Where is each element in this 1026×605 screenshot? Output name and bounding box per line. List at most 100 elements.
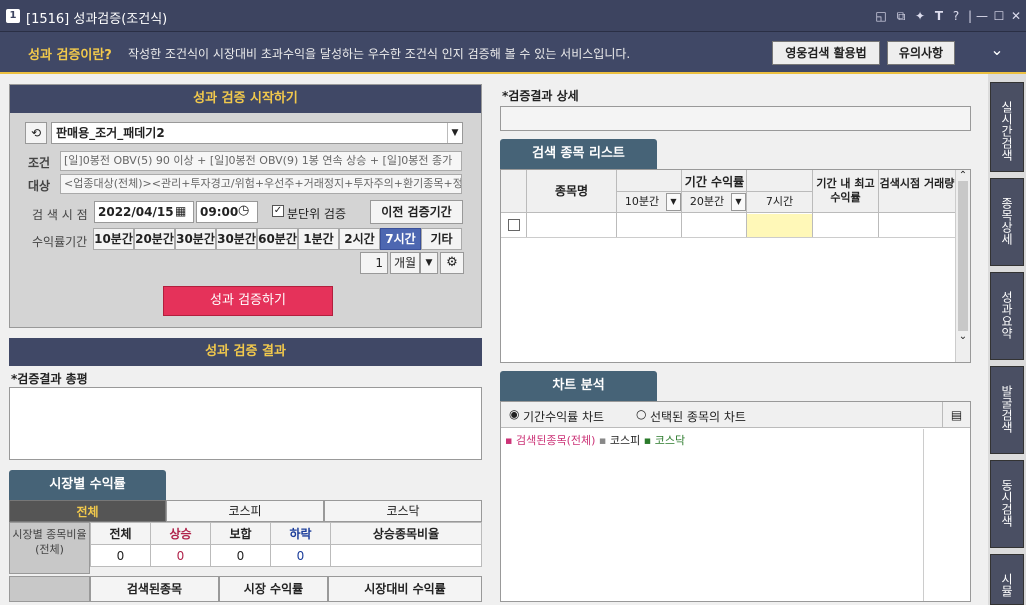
- chevron-up-icon[interactable]: ⌃: [956, 170, 970, 181]
- col-volume: 검색시점 거래량: [879, 177, 955, 190]
- side-tab-discovery[interactable]: 발굴검색: [990, 366, 1024, 454]
- col-period-return: 기간 수익률: [684, 175, 745, 189]
- title-bar: 1 [1516] 성과검증(조건식) ◱ ⧉ ✦ T ? | — ☐ ✕: [0, 0, 1026, 32]
- summary-label: *검증결과 총평: [11, 372, 88, 386]
- notice-button[interactable]: 유의사항: [887, 41, 955, 65]
- month-count-input[interactable]: 1: [360, 252, 388, 274]
- row-divider: [501, 237, 955, 238]
- subtab-all[interactable]: 전체: [9, 500, 166, 522]
- chevron-down-icon[interactable]: ⌄: [956, 331, 970, 342]
- side-tab-label: 실시간검색: [999, 101, 1014, 161]
- guide-button[interactable]: 영웅검색 활용법: [772, 41, 880, 65]
- time-label: 검 색 시 점: [32, 208, 88, 222]
- clock-icon[interactable]: ◷: [238, 203, 249, 218]
- period-other[interactable]: 기타: [421, 228, 462, 250]
- copy-icon[interactable]: ⧉: [893, 8, 909, 24]
- side-tab-summary[interactable]: 성과요약: [990, 272, 1024, 360]
- col-up-ratio: 상승종목비율: [330, 522, 482, 545]
- side-tab-simulation[interactable]: 시뮬: [990, 554, 1024, 605]
- footer-excess-return: 시장대비 수익률: [328, 576, 482, 602]
- side-tab-realtime[interactable]: 실시간검색: [990, 82, 1024, 172]
- col-stock-name: 종목명: [554, 184, 589, 198]
- pin-icon[interactable]: ✦: [912, 8, 928, 24]
- radio-period-label[interactable]: 기간수익률 차트: [523, 408, 604, 425]
- radio-unselected-icon[interactable]: ○: [636, 407, 646, 421]
- minute-check-label: 분단위 검증: [287, 207, 347, 221]
- chevron-down-icon[interactable]: ▼: [447, 123, 462, 143]
- info-description: 작성한 조건식이 시장대비 초과수익을 달성하는 우수한 조건식 인지 검증해 …: [128, 47, 631, 61]
- period-10min[interactable]: 10분간: [93, 228, 134, 250]
- val-flat: 0: [210, 544, 271, 567]
- chevron-down-icon[interactable]: ⌄: [985, 40, 1009, 59]
- legend-marker-icon: ▪: [643, 434, 652, 447]
- col-flat: 보합: [210, 522, 271, 545]
- minute-checkbox[interactable]: ✓: [272, 205, 284, 217]
- row-checkbox[interactable]: [508, 219, 520, 231]
- gear-icon[interactable]: ⚙: [440, 252, 464, 274]
- month-unit[interactable]: 개월: [390, 252, 420, 274]
- target-label: 대상: [28, 179, 51, 193]
- sub-col-2: 20분간: [689, 195, 725, 208]
- period-30min-b[interactable]: 30분간: [216, 228, 257, 250]
- col-max-return: 기간 내 최고수익률: [816, 177, 875, 204]
- summary-box: [9, 387, 482, 460]
- stocklist-tab[interactable]: 검색 종목 리스트: [500, 139, 657, 169]
- legend-searched: 검색된종목(전체): [515, 434, 596, 447]
- chart-legend: ▪ 검색된종목(전체) ▪ 코스피 ▪ 코스닥: [505, 432, 685, 448]
- chart-tab[interactable]: 차트 분석: [500, 371, 657, 401]
- col-divider: [681, 170, 682, 238]
- prev-period-button[interactable]: 이전 검증기간: [370, 200, 463, 224]
- radio-selected-icon[interactable]: ◉: [509, 407, 519, 421]
- start-panel: 성과 검증 시작하기 ⟲ 판매용_조거_패데기2 ▼ 조건 [일]0봉전 OBV…: [9, 84, 482, 328]
- radio-stock-label[interactable]: 선택된 종목의 차트: [650, 408, 746, 425]
- period-30min-a[interactable]: 30분간: [175, 228, 216, 250]
- legend-marker-icon: ▪: [598, 434, 607, 447]
- detail-label: *검증결과 상세: [502, 89, 579, 103]
- condition-text: [일]0봉전 OBV(5) 90 이상 + [일]0봉전 OBV(9) 1봉 연…: [60, 151, 462, 171]
- scroll-thumb[interactable]: [958, 181, 968, 331]
- verify-button[interactable]: 성과 검증하기: [163, 286, 333, 316]
- side-tab-label: 시뮬: [999, 573, 1014, 597]
- legend-kosdaq: 코스닥: [654, 434, 686, 447]
- font-icon[interactable]: T: [931, 8, 947, 24]
- chevron-down-icon[interactable]: ▼: [666, 193, 681, 211]
- period-2h[interactable]: 2시간: [339, 228, 380, 250]
- close-icon[interactable]: ✕: [1008, 8, 1024, 24]
- val-up-ratio: [330, 544, 482, 567]
- market-row-label: 시장별 종목비율 (전체): [9, 522, 90, 574]
- period-20min[interactable]: 20분간: [134, 228, 175, 250]
- period-7h[interactable]: 7시간: [380, 228, 421, 250]
- col-up: 상승: [150, 522, 211, 545]
- period-1min[interactable]: 1분간: [298, 228, 339, 250]
- list-icon[interactable]: ▤: [942, 402, 970, 428]
- detail-box: [500, 106, 971, 131]
- footer-market-return: 시장 수익률: [219, 576, 328, 602]
- market-table: 전체 상승 보합 하락 상승종목비율 0 0 0 0: [90, 522, 482, 567]
- condition-select[interactable]: 판매용_조거_패데기2: [51, 122, 463, 144]
- chevron-down-icon[interactable]: ▼: [420, 252, 438, 274]
- footer-blank: [9, 576, 90, 602]
- val-up: 0: [150, 544, 211, 567]
- info-bar: 성과 검증이란? 작성한 조건식이 시장대비 초과수익을 달성하는 우수한 조건…: [0, 32, 1026, 74]
- sub-col-3: 7시간: [765, 195, 794, 208]
- app-icon: 1: [6, 9, 20, 23]
- side-tab-label: 종목상세: [999, 197, 1014, 245]
- maximize-icon[interactable]: ☐: [991, 8, 1007, 24]
- period-label: 수익률기간: [32, 235, 88, 249]
- condition-load-icon[interactable]: ⟲: [25, 122, 47, 144]
- col-all: 전체: [90, 522, 151, 545]
- layout-icon[interactable]: ◱: [873, 8, 889, 24]
- side-tab-stock-detail[interactable]: 종목상세: [990, 178, 1024, 266]
- chart-divider: [923, 429, 924, 601]
- chevron-down-icon[interactable]: ▼: [731, 193, 746, 211]
- calendar-icon[interactable]: ▦: [175, 204, 186, 218]
- subtab-kospi[interactable]: 코스피: [166, 500, 324, 522]
- period-60min[interactable]: 60분간: [257, 228, 298, 250]
- market-tab[interactable]: 시장별 수익률: [9, 470, 166, 500]
- subtab-kosdaq[interactable]: 코스닥: [324, 500, 482, 522]
- side-tab-label: 성과요약: [999, 291, 1014, 339]
- scrollbar[interactable]: ⌃ ⌄: [955, 170, 970, 362]
- side-tab-simultaneous[interactable]: 동시검색: [990, 460, 1024, 548]
- minimize-icon[interactable]: —: [974, 8, 990, 24]
- legend-marker-icon: ▪: [505, 434, 513, 447]
